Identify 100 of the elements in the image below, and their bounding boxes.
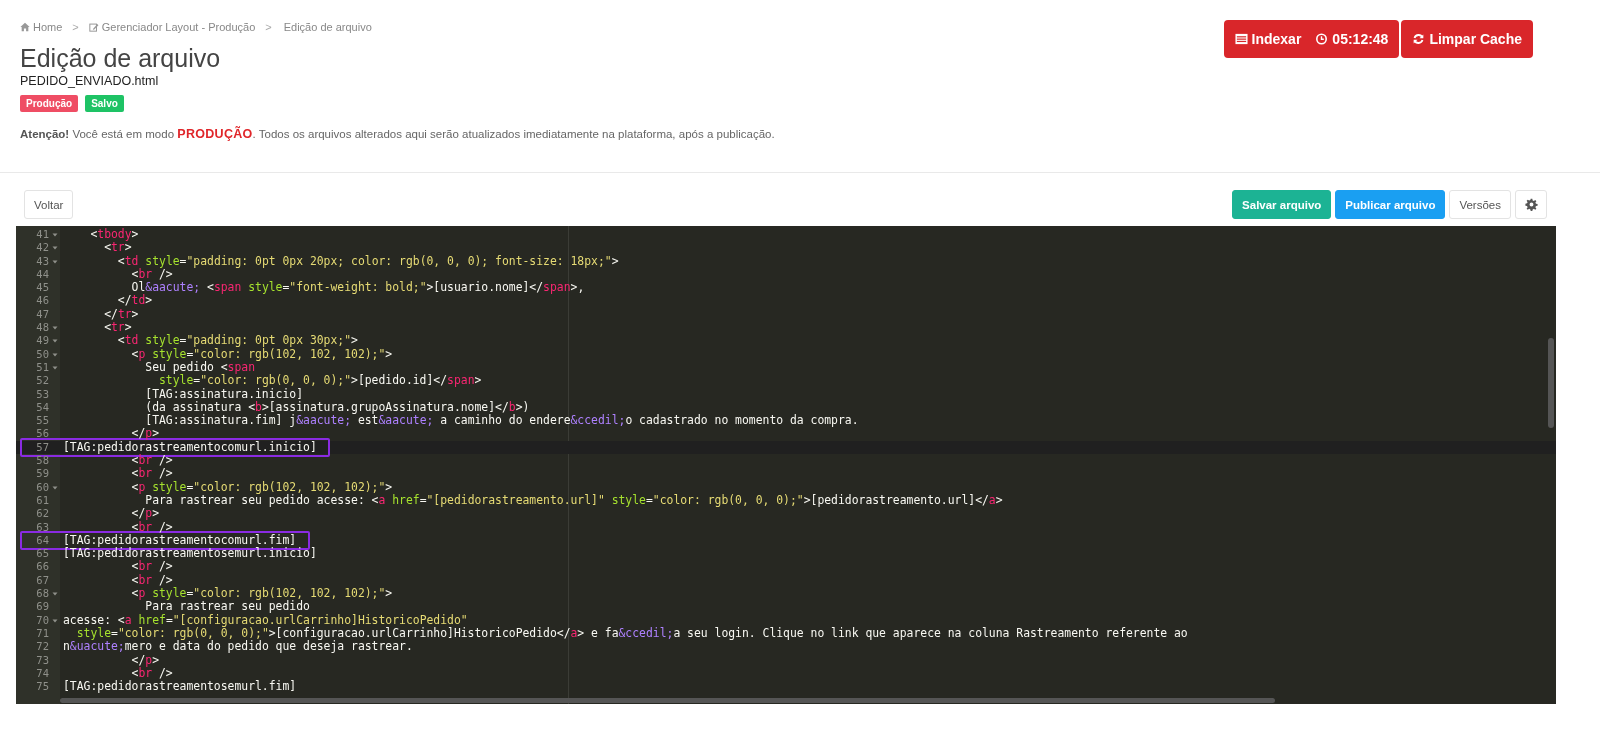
line-number: 49: [36, 334, 49, 348]
line-number: 54: [36, 400, 49, 415]
breadcrumb-separator: >: [265, 21, 272, 33]
code-line: <td style="padding: 0pt 0px 20px; color: rgb(0, 0, 0); font-size: 18px;">: [116, 254, 619, 268]
fold-arrow-icon[interactable]: [52, 338, 58, 345]
line-number: 69: [36, 600, 49, 614]
list-icon: [1234, 33, 1248, 45]
status-badge: Produção: [20, 95, 79, 112]
toolbar-button[interactable]: Salvar arquivo: [1232, 190, 1332, 219]
code-line: [TAG:assinatura.inicio]: [144, 387, 304, 401]
line-number: 71: [36, 626, 49, 641]
code-line: </p>: [130, 507, 159, 521]
scrollbar-thumb[interactable]: [60, 698, 1275, 703]
code-line: n&uacute;mero e data do pedido que deseja rastrear.: [62, 640, 413, 654]
warning-message: Atenção! Você está em modo PRODUÇÃO. Todos os arquivos alterados aqui serão atualizados imediatamente na plataforma, após a publicação.: [20, 127, 775, 141]
code-line: </tr>: [103, 307, 139, 322]
settings-button[interactable]: [1515, 190, 1547, 219]
scrollbar-thumb[interactable]: [1548, 338, 1554, 428]
code-line: <br />: [130, 666, 173, 680]
code-line: <br />: [130, 467, 173, 481]
code-line: <p style="color: rgb(102, 102, 102);">: [130, 480, 393, 494]
line-number: 46: [36, 294, 49, 308]
line-number: 52: [36, 374, 49, 388]
breadcrumb-link[interactable]: Gerenciador Layout - Produção: [88, 21, 256, 33]
code-line: <br />: [131, 454, 173, 468]
line-number: 45: [36, 281, 49, 295]
code-line: [TAG:pedidorastreamentocomurl.inicio]: [62, 440, 317, 455]
line-number: 60: [36, 480, 49, 494]
fold-arrow-icon[interactable]: [52, 232, 58, 238]
file-name: PEDIDO_ENVIADO.html: [20, 74, 160, 88]
code-line: <p style="color: rgb(102, 102, 102);">: [130, 587, 393, 601]
clear-cache-button[interactable]: Limpar Cache: [1401, 20, 1533, 58]
code-line: <tr>: [103, 321, 132, 335]
code-line: <td style="padding: 0pt 0px 30px;">: [116, 334, 358, 348]
code-line: Para rastrear seu pedido: [145, 600, 310, 614]
line-number: 59: [36, 467, 49, 481]
line-number: 56: [36, 427, 49, 441]
code-line: <br />: [130, 267, 173, 281]
code-line: style="color: rgb(0, 0, 0);">[pedido.id]</span>: [158, 374, 482, 388]
code-line: (da assinatura <b>[assinatura.grupoAssinatura.nome]</b>): [144, 400, 530, 415]
code-line: [TAG:pedidorastreamentosemurl.fim]: [62, 680, 297, 694]
fold-arrow-icon[interactable]: [52, 325, 58, 332]
code-line: </td>: [116, 294, 153, 308]
code-line: </p>: [130, 653, 159, 667]
clock-icon: [1315, 33, 1329, 45]
toolbar-button[interactable]: Versões: [1449, 190, 1511, 219]
breadcrumb-separator: >: [72, 21, 79, 33]
toolbar-button[interactable]: Publicar arquivo: [1335, 190, 1446, 219]
line-number: 64: [36, 533, 49, 548]
fold-arrow-icon[interactable]: [52, 617, 58, 624]
line-number: 44: [36, 267, 49, 282]
line-number: 66: [36, 560, 49, 574]
fold-arrow-icon[interactable]: [52, 484, 58, 491]
refresh-icon: [1412, 33, 1426, 45]
code-line: </p>: [130, 427, 159, 441]
line-number: 53: [36, 387, 49, 401]
fold-arrow-icon[interactable]: [52, 364, 58, 371]
line-number: 51: [36, 360, 49, 375]
code-line: Ol&aacute; <span style="font-weight: bold;">[usuario.nome]</span>,: [130, 281, 585, 295]
index-button[interactable]: Indexar 05:12:48: [1223, 20, 1400, 58]
code-editor[interactable]: [16, 226, 1556, 704]
page-title: Edição de arquivo: [20, 44, 222, 72]
line-number: 41: [36, 228, 49, 242]
code-line: <tbody>: [89, 228, 139, 242]
line-number: 48: [36, 321, 49, 335]
code-line: [TAG:pedidorastreamentocomurl.fim]: [62, 533, 297, 548]
fold-arrow-icon[interactable]: [52, 351, 58, 358]
line-number: 61: [36, 493, 49, 508]
line-number: 70: [36, 613, 49, 627]
line-number: 43: [36, 254, 49, 268]
code-line: <tr>: [104, 241, 132, 255]
fold-arrow-icon[interactable]: [52, 245, 58, 252]
line-number: 68: [36, 587, 49, 601]
line-number: 55: [36, 414, 49, 428]
settings-icon: [1524, 198, 1538, 211]
code-line: Para rastrear seu pedido acesse: <a href="[pedidorastreamento.url]" style="color: rgb(0, 0, 0);">[pedidorastreamento.url]</a>: [145, 493, 1003, 508]
code-line: [TAG:assinatura.fim] j&aacute; est&aacute; a caminho do endere&ccedil;o cadastrado no momento da compra.: [145, 414, 859, 428]
line-number: 57: [36, 440, 49, 455]
fold-arrow-icon[interactable]: [52, 591, 58, 597]
code-line: <p style="color: rgb(102, 102, 102);">: [130, 347, 393, 361]
code-line: <br />: [130, 520, 173, 534]
line-number: 42: [36, 241, 49, 255]
code-line: [TAG:pedidorastreamentosemurl.inicio]: [62, 547, 317, 561]
breadcrumb-link[interactable]: Home: [20, 21, 63, 33]
line-number: 67: [36, 573, 49, 587]
line-number: 72: [36, 640, 49, 654]
line-number: 63: [36, 520, 49, 534]
edit-icon: [88, 22, 99, 32]
code-line: style="color: rgb(0, 0, 0);">[configuracao.urlCarrinho]HistoricoPedido</a> e fa&ccedil;a seu login. Clique no link que aparece na coluna Rastreamento referente ao: [75, 626, 1188, 641]
line-number: 73: [36, 653, 49, 667]
home-icon: [20, 22, 30, 32]
status-badge: Salvo: [85, 95, 124, 112]
code-line: Seu pedido <span: [145, 360, 256, 375]
line-number: 65: [36, 547, 49, 561]
back-button[interactable]: Voltar: [24, 190, 74, 219]
fold-arrow-icon[interactable]: [52, 258, 58, 265]
code-line: <br />: [130, 573, 173, 587]
breadcrumb-link[interactable]: Edição de arquivo: [283, 21, 372, 33]
code-line: <br />: [131, 560, 173, 574]
line-number: 50: [36, 347, 49, 361]
